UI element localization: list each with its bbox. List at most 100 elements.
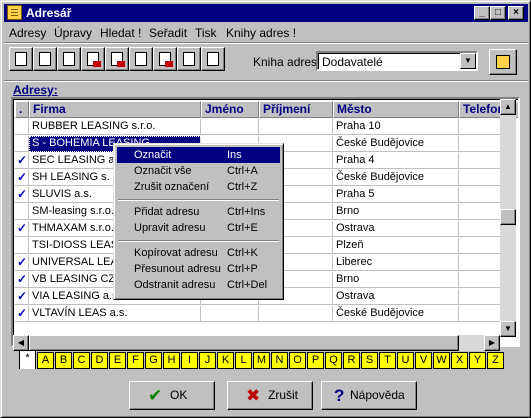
row-check[interactable]: ✓ bbox=[15, 255, 29, 271]
row-check[interactable]: ✓ bbox=[15, 289, 29, 305]
letter-tab[interactable]: V bbox=[415, 352, 432, 369]
letter-tab[interactable]: O bbox=[289, 352, 306, 369]
letter-tab[interactable]: J bbox=[199, 352, 216, 369]
letter-tab[interactable]: A bbox=[37, 352, 54, 369]
row-check[interactable] bbox=[15, 204, 29, 220]
print-preview-icon[interactable] bbox=[153, 47, 177, 71]
edit-icon[interactable] bbox=[33, 47, 57, 71]
cell-firma[interactable]: VLTAVÍN LEAS a.s. bbox=[29, 306, 201, 322]
letter-tab[interactable]: H bbox=[163, 352, 180, 369]
column-header-prijmeni[interactable]: Příjmení bbox=[259, 101, 333, 118]
context-menu-item[interactable]: Přidat adresu Ctrl+Ins bbox=[117, 204, 280, 220]
cell-jmeno[interactable] bbox=[201, 306, 259, 322]
column-header-check[interactable]: . bbox=[15, 101, 29, 118]
cell-mesto[interactable]: České Budějovice bbox=[333, 306, 459, 322]
row-check[interactable] bbox=[15, 119, 29, 135]
column-header-jmeno[interactable]: Jméno bbox=[201, 101, 259, 118]
letter-tab[interactable]: U bbox=[397, 352, 414, 369]
letter-tab[interactable]: W bbox=[433, 352, 450, 369]
cell-prijmeni[interactable] bbox=[259, 306, 333, 322]
letter-tab[interactable]: P bbox=[307, 352, 324, 369]
letter-tab[interactable]: N bbox=[271, 352, 288, 369]
cell-mesto[interactable]: Liberec bbox=[333, 255, 459, 271]
column-header-firma[interactable]: Firma bbox=[29, 101, 201, 118]
row-check[interactable] bbox=[15, 238, 29, 254]
row-check[interactable]: ✓ bbox=[15, 221, 29, 237]
letter-tab[interactable]: Z bbox=[487, 352, 504, 369]
cell-mesto[interactable]: Ostrava bbox=[333, 221, 459, 237]
maximize-button[interactable]: □ bbox=[490, 6, 506, 20]
letter-tab[interactable]: X bbox=[451, 352, 468, 369]
select-icon[interactable] bbox=[201, 47, 225, 71]
row-check[interactable]: ✓ bbox=[15, 187, 29, 203]
context-menu-item[interactable]: Kopírovat adresu Ctrl+K bbox=[117, 245, 280, 261]
cell-mesto[interactable]: Plzeň bbox=[333, 238, 459, 254]
letter-tab[interactable]: R bbox=[343, 352, 360, 369]
row-check[interactable]: ✓ bbox=[15, 170, 29, 186]
menu-adresy[interactable]: Adresy bbox=[9, 26, 46, 40]
letter-tab[interactable]: B bbox=[55, 352, 72, 369]
letter-tab[interactable]: E bbox=[109, 352, 126, 369]
column-header-mesto[interactable]: Město bbox=[333, 101, 459, 118]
cell-mesto[interactable]: České Budějovice bbox=[333, 170, 459, 186]
cell-mesto[interactable]: Praha 10 bbox=[333, 119, 459, 135]
context-menu-item[interactable]: Upravit adresu Ctrl+E bbox=[117, 220, 280, 236]
cell-mesto[interactable]: Brno bbox=[333, 204, 459, 220]
cancel-button[interactable]: ✖ Zrušit bbox=[227, 381, 313, 410]
scroll-thumb[interactable] bbox=[500, 209, 516, 225]
letter-tab[interactable]: K bbox=[217, 352, 234, 369]
menu-upravy[interactable]: Úpravy bbox=[54, 26, 92, 40]
cell-mesto[interactable]: České Budějovice bbox=[333, 136, 459, 152]
print-icon[interactable] bbox=[129, 47, 153, 71]
cell-prijmeni[interactable] bbox=[259, 119, 333, 135]
sort-icon[interactable] bbox=[177, 47, 201, 71]
context-menu-item[interactable]: Zrušit označení Ctrl+Z bbox=[117, 179, 280, 195]
vertical-scrollbar[interactable]: ▲ ▼ bbox=[500, 99, 516, 337]
export-icon[interactable] bbox=[105, 47, 129, 71]
ok-button[interactable]: ✔ OK bbox=[129, 381, 215, 410]
letter-tab[interactable]: Y bbox=[469, 352, 486, 369]
address-book-select[interactable]: Dodavatelé ▼ bbox=[316, 51, 478, 71]
cell-firma[interactable]: RUBBER LEASING s.r.o. bbox=[29, 119, 201, 135]
delete-icon[interactable] bbox=[57, 47, 81, 71]
cell-jmeno[interactable] bbox=[201, 119, 259, 135]
new-icon[interactable] bbox=[9, 47, 33, 71]
letter-tab[interactable]: D bbox=[91, 352, 108, 369]
table-row[interactable]: RUBBER LEASING s.r.o. Praha 10 bbox=[15, 119, 500, 135]
horizontal-scrollbar[interactable]: ◀ ▶ bbox=[13, 335, 500, 351]
scroll-up-icon[interactable]: ▲ bbox=[500, 99, 516, 115]
cell-mesto[interactable]: Ostrava bbox=[333, 289, 459, 305]
table-row[interactable]: ✓ VLTAVÍN LEAS a.s. České Budějovice bbox=[15, 306, 500, 322]
letter-tab[interactable]: T bbox=[379, 352, 396, 369]
hscroll-thumb[interactable] bbox=[29, 335, 459, 351]
letter-tab[interactable]: Q bbox=[325, 352, 342, 369]
import-icon[interactable] bbox=[81, 47, 105, 71]
address-book-button[interactable] bbox=[489, 49, 517, 75]
context-menu-item[interactable]: Označit Ins bbox=[117, 147, 280, 163]
menu-seradit[interactable]: Seřadit bbox=[149, 26, 187, 40]
letter-tab[interactable]: C bbox=[73, 352, 90, 369]
close-button[interactable]: × bbox=[508, 6, 524, 20]
context-menu-item[interactable]: Přesunout adresu Ctrl+P bbox=[117, 261, 280, 277]
context-menu-item[interactable]: Označit vše Ctrl+A bbox=[117, 163, 280, 179]
scroll-down-icon[interactable]: ▼ bbox=[500, 321, 516, 337]
help-button[interactable]: ? Nápověda bbox=[321, 381, 417, 410]
row-check[interactable]: ✓ bbox=[15, 153, 29, 169]
letter-tab[interactable]: L bbox=[235, 352, 252, 369]
menu-tisk[interactable]: Tisk bbox=[195, 26, 217, 40]
scroll-left-icon[interactable]: ◀ bbox=[13, 335, 29, 351]
letter-tab[interactable]: F bbox=[127, 352, 144, 369]
menu-hledat[interactable]: Hledat ! bbox=[100, 26, 141, 40]
row-check[interactable]: ✓ bbox=[15, 272, 29, 288]
letter-tab[interactable]: M bbox=[253, 352, 270, 369]
row-check[interactable] bbox=[15, 136, 29, 152]
chevron-down-icon[interactable]: ▼ bbox=[460, 53, 476, 69]
cell-mesto[interactable]: Praha 4 bbox=[333, 153, 459, 169]
letter-tab[interactable]: S bbox=[361, 352, 378, 369]
context-menu-item[interactable]: Odstranit adresu Ctrl+Del bbox=[117, 277, 280, 293]
minimize-button[interactable]: _ bbox=[474, 6, 490, 20]
cell-mesto[interactable]: Praha 5 bbox=[333, 187, 459, 203]
letter-tab[interactable]: G bbox=[145, 352, 162, 369]
letter-tab[interactable]: * bbox=[19, 350, 36, 369]
scroll-right-icon[interactable]: ▶ bbox=[484, 335, 500, 351]
